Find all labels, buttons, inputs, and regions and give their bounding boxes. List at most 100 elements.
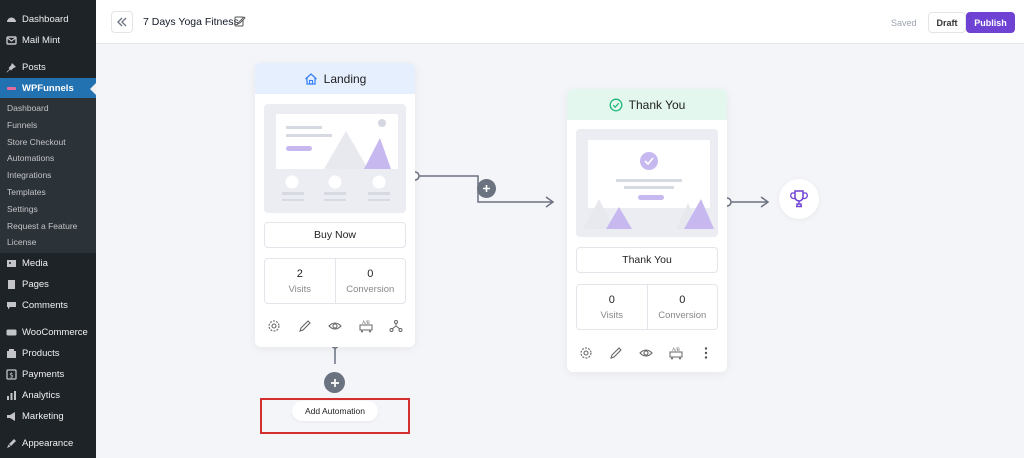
conversion-label: Conversion	[658, 309, 707, 321]
conditional-branch-icon[interactable]	[389, 319, 403, 333]
thankyou-page-preview[interactable]	[576, 129, 718, 237]
conversion-label: Conversion	[346, 283, 395, 295]
sidebar-item-label: Analytics	[22, 390, 61, 402]
sidebar-item-appearance[interactable]: Appearance	[0, 433, 96, 454]
sidebar-item-analytics[interactable]: Analytics	[0, 385, 96, 406]
sidebar-item-label: Media	[22, 258, 48, 270]
thankyou-card-toolbar: A/B	[579, 345, 713, 361]
media-icon	[6, 258, 17, 269]
settings-gear-icon[interactable]	[267, 319, 281, 333]
visits-label: Visits	[600, 309, 624, 321]
conversion-value: 0	[679, 293, 686, 306]
landing-conversion-stat: 0 Conversion	[334, 259, 406, 303]
submenu-item-funnels[interactable]: Funnels	[0, 117, 96, 134]
landing-visits-stat: 2 Visits	[265, 259, 335, 303]
more-options-icon[interactable]	[699, 346, 713, 360]
sidebar-item-woocommerce[interactable]: WooCommerce	[0, 322, 96, 343]
add-automation-plus-button[interactable]	[324, 372, 345, 393]
thankyou-action-button[interactable]: Thank You	[576, 247, 718, 273]
submenu-item-settings[interactable]: Settings	[0, 201, 96, 218]
publish-button[interactable]: Publish	[966, 12, 1015, 33]
svg-text:$: $	[9, 371, 13, 379]
submenu-item-templates[interactable]: Templates	[0, 184, 96, 201]
sidebar-item-label: Products	[22, 348, 60, 360]
thankyou-stats: 0 Visits 0 Conversion	[576, 284, 718, 330]
settings-gear-icon[interactable]	[579, 346, 593, 360]
landing-card-header: Landing	[255, 63, 415, 94]
products-icon	[6, 348, 17, 359]
thankyou-conversion-stat: 0 Conversion	[646, 285, 718, 329]
sidebar-item-wpfunnels[interactable]: WPFunnels	[0, 78, 96, 98]
admin-sidebar: Dashboard Mail Mint Posts WPFunnels Dash…	[0, 0, 96, 458]
analytics-icon	[6, 390, 17, 401]
sidebar-item-label: WooCommerce	[22, 327, 88, 339]
appearance-icon	[6, 438, 17, 449]
svg-text:A/B: A/B	[362, 320, 370, 326]
funnel-header: 7 Days Yoga Fitness Saved Draft Publish	[96, 0, 1024, 44]
comments-icon	[6, 300, 17, 311]
trophy-icon	[790, 190, 808, 208]
plus-icon	[330, 378, 339, 387]
conversion-value: 0	[367, 267, 374, 280]
submenu-item-automations[interactable]: Automations	[0, 150, 96, 167]
preview-eye-icon[interactable]	[639, 346, 653, 360]
sidebar-item-products[interactable]: Products	[0, 343, 96, 364]
sidebar-item-mail-mint[interactable]: Mail Mint	[0, 30, 96, 51]
funnel-title: 7 Days Yoga Fitness	[143, 16, 239, 28]
sidebar-item-label: Mail Mint	[22, 35, 61, 46]
sidebar-item-payments[interactable]: $ Payments	[0, 364, 96, 385]
pages-icon	[6, 279, 17, 290]
submenu-item-dashboard[interactable]: Dashboard	[0, 100, 96, 117]
home-icon	[304, 72, 317, 85]
thankyou-step-card[interactable]: Thank You Thank You 0 Visits 0 Conversio…	[567, 89, 727, 372]
sidebar-item-label: Appearance	[22, 438, 74, 450]
submenu-item-integrations[interactable]: Integrations	[0, 167, 96, 184]
draft-button[interactable]: Draft	[928, 12, 966, 33]
thankyou-card-header: Thank You	[567, 89, 727, 120]
visits-label: Visits	[288, 283, 312, 295]
marketing-icon	[6, 411, 17, 422]
wpfunnels-submenu: Dashboard Funnels Store Checkout Automat…	[0, 98, 96, 254]
sidebar-item-posts[interactable]: Posts	[0, 57, 96, 78]
thankyou-card-title: Thank You	[628, 97, 686, 112]
app-frame: Dashboard Mail Mint Posts WPFunnels Dash…	[0, 0, 1024, 458]
double-chevron-left-icon	[117, 17, 127, 27]
edit-pencil-icon[interactable]	[609, 346, 623, 360]
submenu-item-license[interactable]: License	[0, 234, 96, 251]
svg-text:A/B: A/B	[672, 347, 680, 353]
add-automation-button[interactable]: Add Automation	[292, 401, 378, 421]
ab-test-icon[interactable]: A/B	[359, 319, 373, 333]
thankyou-preview-illustration	[583, 140, 714, 229]
pin-icon	[6, 62, 17, 73]
sidebar-item-media[interactable]: Media	[0, 253, 96, 274]
mail-icon	[6, 35, 17, 46]
check-circle-icon	[609, 98, 623, 111]
buy-now-button[interactable]: Buy Now	[264, 222, 406, 248]
sidebar-item-comments[interactable]: Comments	[0, 295, 96, 316]
sidebar-item-label: Marketing	[22, 411, 64, 423]
edit-pencil-icon[interactable]	[298, 319, 312, 333]
conversion-goal-node[interactable]	[779, 179, 819, 219]
sidebar-item-label: Dashboard	[22, 14, 69, 25]
ab-test-icon[interactable]: A/B	[669, 346, 683, 360]
funnel-canvas: Landing Buy Now 2 Visits 0 Conversion A/…	[96, 44, 1024, 458]
sidebar-item-pages[interactable]: Pages	[0, 274, 96, 295]
preview-eye-icon[interactable]	[328, 319, 342, 333]
payments-icon: $	[6, 369, 17, 380]
woocommerce-icon	[6, 327, 17, 338]
landing-preview-illustration	[276, 114, 398, 201]
sidebar-item-label: Posts	[22, 62, 46, 73]
landing-step-card[interactable]: Landing Buy Now 2 Visits 0 Conversion A/…	[255, 63, 415, 347]
landing-page-preview[interactable]	[264, 104, 406, 213]
save-status: Saved	[891, 18, 917, 28]
plus-icon	[483, 185, 490, 192]
submenu-item-store-checkout[interactable]: Store Checkout	[0, 134, 96, 151]
back-button[interactable]	[111, 11, 133, 33]
submenu-item-request-feature[interactable]: Request a Feature	[0, 218, 96, 235]
landing-card-title: Landing	[323, 71, 367, 86]
sidebar-item-dashboard[interactable]: Dashboard	[0, 9, 96, 30]
edit-title-icon[interactable]	[234, 15, 246, 27]
add-step-button[interactable]	[477, 179, 496, 198]
sidebar-item-marketing[interactable]: Marketing	[0, 406, 96, 427]
wpfunnels-icon	[6, 83, 17, 94]
